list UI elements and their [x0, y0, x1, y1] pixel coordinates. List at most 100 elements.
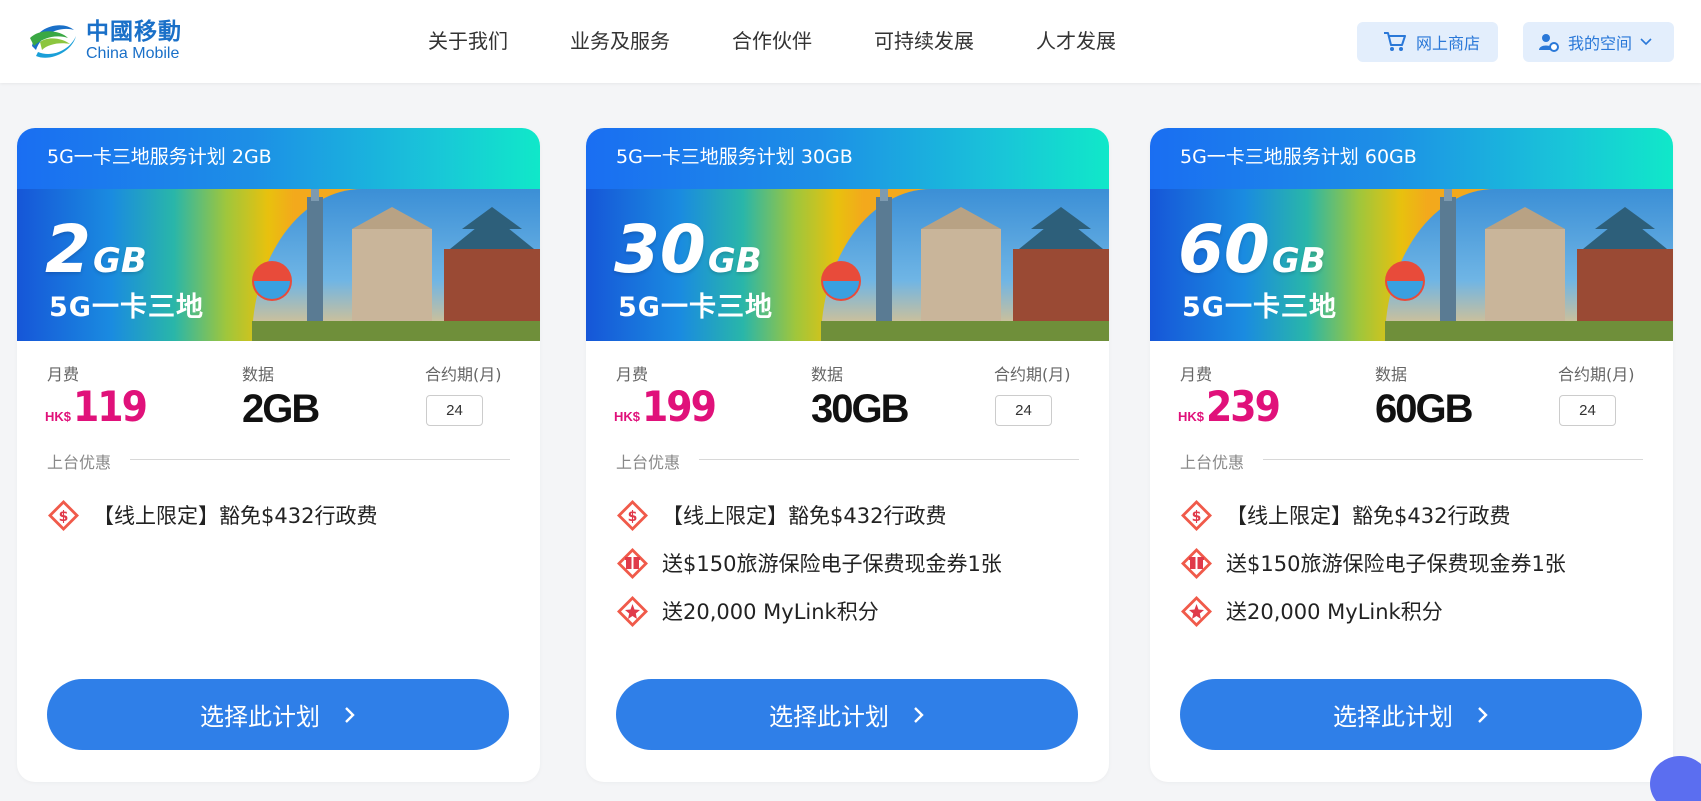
- contract-label: 合约期(月): [994, 365, 1071, 384]
- chevron-right-icon: [1478, 706, 1488, 723]
- monthly-price: HK$ 199: [614, 382, 717, 431]
- promo-item: $ 【线上限定】豁免$432行政费: [616, 491, 1002, 539]
- gift-icon: [1181, 547, 1212, 579]
- data-value: 30GB: [811, 387, 909, 431]
- promo-section-title: 上台优惠: [1180, 449, 1245, 473]
- data-value: 60GB: [1375, 387, 1473, 431]
- svg-text:$: $: [628, 509, 638, 525]
- user-gear-icon: [1539, 34, 1559, 52]
- promo-text: 送$150旅游保险电子保费现金券1张: [662, 552, 1002, 576]
- plan-fields: 月费 数据 合约期(月) HK$ 119 2GB 24 上台优惠: [17, 341, 540, 473]
- currency-label: HK$: [614, 409, 641, 424]
- star-badge-icon: [1181, 595, 1212, 627]
- price-value: 119: [73, 382, 148, 431]
- promo-item: 送20,000 MyLink积分: [616, 587, 1002, 635]
- dollar-tag-icon: $: [1181, 499, 1212, 531]
- nav-partners[interactable]: 合作伙伴: [732, 28, 812, 54]
- banner-subtitle: 5G一卡三地: [1182, 292, 1337, 323]
- banner-data-amount: 30GB: [614, 211, 762, 288]
- select-plan-label: 选择此计划: [1333, 703, 1453, 731]
- promo-item: 送$150旅游保险电子保费现金券1张: [616, 539, 1002, 587]
- data-value: 2GB: [242, 387, 320, 431]
- select-plan-button[interactable]: 选择此计划: [1180, 679, 1642, 750]
- monthly-price: HK$ 239: [1178, 382, 1281, 431]
- select-plan-label: 选择此计划: [200, 703, 320, 731]
- data-label: 数据: [1375, 365, 1408, 384]
- nav-careers[interactable]: 人才发展: [1036, 28, 1116, 54]
- select-plan-button[interactable]: 选择此计划: [47, 679, 509, 750]
- svg-text:$: $: [59, 509, 69, 525]
- promo-list: $ 【线上限定】豁免$432行政费: [47, 491, 377, 539]
- banner-data-amount: 2GB: [45, 211, 147, 288]
- monthly-price: HK$ 119: [45, 382, 148, 431]
- currency-label: HK$: [45, 409, 72, 424]
- promo-list: $ 【线上限定】豁免$432行政费送$150旅游保险电子保费现金券1张 送20,00…: [1180, 491, 1566, 635]
- promo-list: $ 【线上限定】豁免$432行政费送$150旅游保险电子保费现金券1张 送20,00…: [616, 491, 1002, 635]
- contract-term-box[interactable]: 24: [1559, 395, 1616, 426]
- select-plan-label: 选择此计划: [769, 703, 889, 731]
- promo-item: $ 【线上限定】豁免$432行政费: [1180, 491, 1566, 539]
- banner-landmarks-image: [1385, 189, 1673, 341]
- online-shop-label: 网上商店: [1416, 34, 1481, 53]
- online-shop-button[interactable]: 网上商店: [1357, 22, 1498, 62]
- chevron-down-icon: [1640, 38, 1652, 46]
- price-value: 239: [1206, 382, 1281, 431]
- svg-text:$: $: [1192, 509, 1202, 525]
- promo-text: 送20,000 MyLink积分: [662, 600, 879, 624]
- chevron-right-icon: [914, 706, 924, 723]
- banner-landmarks-image: [821, 189, 1109, 341]
- promo-text: 【线上限定】豁免$432行政费: [1226, 504, 1511, 528]
- promo-text: 【线上限定】豁免$432行政费: [662, 504, 947, 528]
- plan-title: 5G一卡三地服务计划 60GB: [1150, 128, 1673, 189]
- data-label: 数据: [811, 365, 844, 384]
- plan-banner: 60GB 5G一卡三地: [1150, 189, 1673, 341]
- banner-landmarks-image: [252, 189, 540, 341]
- contract-label: 合约期(月): [425, 365, 502, 384]
- divider: [1263, 459, 1643, 460]
- promo-section-title: 上台优惠: [616, 449, 681, 473]
- plan-title: 5G一卡三地服务计划 30GB: [586, 128, 1109, 189]
- dollar-tag-icon: $: [617, 499, 648, 531]
- star-badge-icon: [617, 595, 648, 627]
- plan-banner: 2GB 5G一卡三地: [17, 189, 540, 341]
- dollar-tag-icon: $: [48, 499, 79, 531]
- plan-card-3: 5G一卡三地服务计划 60GB 60GB 5G一卡三地 月费 数据 合约期(月)…: [1150, 128, 1673, 782]
- nav-sustainability[interactable]: 可持续发展: [874, 28, 974, 54]
- contract-label: 合约期(月): [1558, 365, 1635, 384]
- price-value: 199: [642, 382, 717, 431]
- plan-card-1: 5G一卡三地服务计划 2GB 2GB 5G一卡三地 月费 数据 合约期(月) H…: [17, 128, 540, 782]
- cart-icon: [1384, 32, 1406, 51]
- select-plan-button[interactable]: 选择此计划: [616, 679, 1078, 750]
- my-space-label: 我的空间: [1568, 34, 1633, 53]
- gift-icon: [617, 547, 648, 579]
- banner-data-amount: 60GB: [1178, 211, 1326, 288]
- promo-text: 送20,000 MyLink积分: [1226, 600, 1443, 624]
- main-nav: 关于我们 业务及服务 合作伙伴 可持续发展 人才发展: [428, 28, 1178, 54]
- promo-item: $ 【线上限定】豁免$432行政费: [47, 491, 377, 539]
- nav-about-us[interactable]: 关于我们: [428, 28, 508, 54]
- promo-text: 送$150旅游保险电子保费现金券1张: [1226, 552, 1566, 576]
- top-header: 中國移動 China Mobile 关于我们 业务及服务 合作伙伴 可持续发展 …: [0, 0, 1701, 83]
- chevron-right-icon: [345, 706, 355, 723]
- banner-subtitle: 5G一卡三地: [618, 292, 773, 323]
- contract-term-box[interactable]: 24: [426, 395, 483, 426]
- china-mobile-logo-icon: [30, 25, 76, 58]
- promo-item: 送20,000 MyLink积分: [1180, 587, 1566, 635]
- my-space-button[interactable]: 我的空间: [1523, 22, 1674, 62]
- plan-card-2: 5G一卡三地服务计划 30GB 30GB 5G一卡三地 月费 数据 合约期(月)…: [586, 128, 1109, 782]
- logo-chinese-text: 中國移動: [86, 19, 182, 45]
- nav-business-services[interactable]: 业务及服务: [570, 28, 670, 54]
- divider: [130, 459, 510, 460]
- banner-subtitle: 5G一卡三地: [49, 292, 204, 323]
- data-label: 数据: [242, 365, 275, 384]
- logo-english-text: China Mobile: [86, 45, 180, 62]
- promo-section-title: 上台优惠: [47, 449, 112, 473]
- plan-fields: 月费 数据 合约期(月) HK$ 239 60GB 24 上台优惠: [1150, 341, 1673, 473]
- contract-term-box[interactable]: 24: [995, 395, 1052, 426]
- divider: [699, 459, 1079, 460]
- china-mobile-logo[interactable]: 中國移動 China Mobile: [26, 16, 182, 66]
- currency-label: HK$: [1178, 409, 1205, 424]
- promo-item: 送$150旅游保险电子保费现金券1张: [1180, 539, 1566, 587]
- promo-text: 【线上限定】豁免$432行政费: [93, 504, 378, 528]
- plan-title: 5G一卡三地服务计划 2GB: [17, 128, 540, 189]
